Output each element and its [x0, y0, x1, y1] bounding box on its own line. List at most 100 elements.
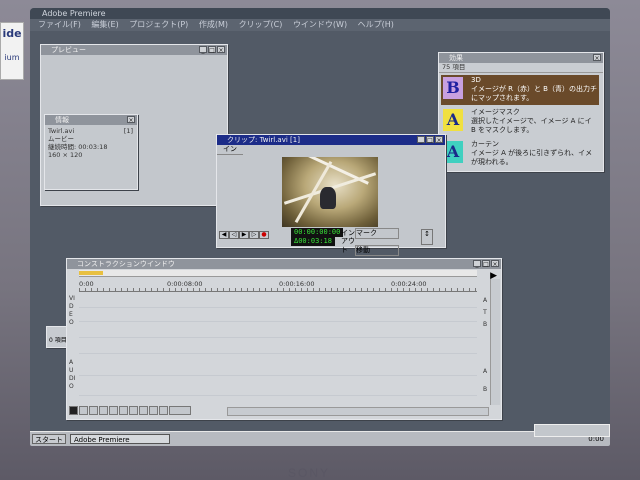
clip-transport: ◀ ◁ ▶ ▷ ●	[219, 229, 291, 245]
effects-title-bar[interactable]: 効果 ×	[439, 53, 603, 63]
menu-clip[interactable]: クリップ(C)	[239, 20, 283, 29]
out-button[interactable]: アウト	[341, 237, 355, 255]
toolbox	[69, 406, 192, 417]
effect-desc: イメージが R（赤）と B（青）の出力チ	[471, 85, 597, 93]
marker-tool-icon[interactable]	[149, 406, 158, 415]
track-audio-a[interactable]	[79, 359, 477, 376]
close-icon[interactable]: ×	[127, 116, 135, 124]
minimize-icon[interactable]: _	[473, 260, 481, 268]
play-icon[interactable]: ▶	[239, 231, 249, 239]
sticker-text-1: ide	[2, 27, 22, 40]
preview-title: プレビュー	[51, 46, 86, 54]
track-transition[interactable]	[79, 309, 477, 322]
clip-title: クリップ: Twirl.avi [1]	[227, 136, 300, 144]
clip-timecode: 00:00:00:00	[291, 228, 344, 237]
step-back-icon[interactable]: ◁	[229, 231, 239, 239]
tray-window-strip	[534, 424, 610, 437]
video-label: VIDEO	[69, 295, 75, 326]
intel-inside-sticker: ide ium	[0, 22, 24, 80]
clip-duration: Δ00:03:18	[291, 237, 335, 246]
preview-title-bar[interactable]: プレビュー _ □ ×	[41, 45, 227, 55]
effect-item-3d[interactable]: B 3D イメージが R（赤）と B（青）の出力チ にマップされます。	[441, 75, 599, 105]
time-zoom-icon[interactable]	[169, 406, 191, 415]
razor-tool-icon[interactable]	[99, 406, 108, 415]
clip-in-tab[interactable]: イン	[217, 145, 243, 155]
construction-window: コンストラクションウインドウ _ □ × ▶ 0:00 0:00:08:00 0:0…	[66, 258, 502, 420]
effect-3d-icon: B	[443, 77, 463, 99]
ruler-tick: 0:00:16:00	[279, 280, 315, 288]
menu-edit[interactable]: 編集(E)	[91, 20, 118, 29]
effects-count: 75 項目	[439, 63, 603, 73]
info-size: 160 × 120	[48, 151, 83, 159]
minimize-icon[interactable]: _	[417, 136, 425, 144]
construction-title-bar[interactable]: コンストラクションウインドウ _ □ ×	[67, 259, 501, 269]
info-duration: 継続時間: 00:03:18	[48, 143, 108, 151]
effects-window: 効果 × 75 項目 B 3D イメージが R（赤）と B（青）の出力チ にマッ…	[438, 52, 604, 172]
monitor-brand: SONY	[288, 466, 331, 480]
menu-file[interactable]: ファイル(F)	[38, 20, 81, 29]
track-label-b: B	[482, 321, 488, 328]
audio-label: AUDIO	[69, 359, 76, 390]
taskbar-item-label: Adobe Premiere	[74, 436, 130, 444]
effect-desc: B をマスクします。	[471, 126, 534, 134]
minimize-icon[interactable]: _	[199, 46, 207, 54]
clip-nav-icon[interactable]: ↕	[421, 229, 433, 245]
track-video-a[interactable]	[79, 293, 477, 308]
time-ruler: 0:00 0:00:08:00 0:00:16:00 0:00:24:00	[79, 279, 477, 292]
close-icon[interactable]: ×	[217, 46, 225, 54]
audio-track-label-b: B	[482, 386, 488, 393]
close-icon[interactable]: ×	[593, 54, 601, 62]
step-forward-icon[interactable]: ▷	[249, 231, 259, 239]
clip-title-bar[interactable]: クリップ: Twirl.avi [1] _ □ ×	[217, 135, 445, 145]
menu-help[interactable]: ヘルプ(H)	[358, 20, 394, 29]
info-window: 情報 × Twirl.avi ムービー 継続時間: 00:03:18 160 ×…	[44, 114, 138, 190]
track-audio-b[interactable]	[79, 379, 477, 396]
screen: Adobe Premiere ファイル(F) 編集(E) プロジェクト(P) 作…	[30, 8, 610, 446]
info-filename: Twirl.avi	[48, 127, 75, 135]
move-button[interactable]: 移動	[355, 245, 399, 256]
close-icon[interactable]: ×	[435, 136, 443, 144]
link-tool-icon[interactable]	[119, 406, 128, 415]
vertical-scrollbar[interactable]	[490, 279, 500, 405]
construction-title: コンストラクションウインドウ	[77, 260, 175, 268]
track-video-b[interactable]	[79, 323, 477, 338]
zoom-tool-icon[interactable]	[79, 406, 88, 415]
effect-item-image-mask[interactable]: A イメージマスク 選択したイメージで、イメージ A にイ B をマスクします。	[441, 107, 599, 137]
start-button[interactable]: スタート	[32, 434, 66, 444]
effects-title: 効果	[449, 54, 463, 62]
taskbar: スタート Adobe Premiere 0:00	[30, 431, 610, 446]
in-point-tool-icon[interactable]	[129, 406, 138, 415]
track-tool-icon[interactable]	[109, 406, 118, 415]
menu-window[interactable]: ウインドウ(W)	[293, 20, 347, 29]
ruler-tick: 0:00:08:00	[167, 280, 203, 288]
taskbar-item-premiere[interactable]: Adobe Premiere	[70, 434, 170, 444]
work-area-bar[interactable]	[79, 270, 477, 277]
app-title-bar: Adobe Premiere	[30, 8, 610, 19]
selection-tool-icon[interactable]	[69, 406, 78, 415]
ruler-tick: 0:00	[79, 280, 94, 288]
audio-track-label-a: A	[482, 368, 488, 375]
menu-project[interactable]: プロジェクト(P)	[129, 20, 188, 29]
info-marker: [1]	[123, 127, 133, 135]
effect-curtain-icon: A	[443, 141, 463, 163]
sticker-text-2: ium	[4, 53, 20, 62]
hand-tool-icon[interactable]	[89, 406, 98, 415]
clip-window: クリップ: Twirl.avi [1] _ □ × イン ◀ ◁ ▶ ▷ ● 00:00:0…	[216, 134, 446, 256]
maximize-icon[interactable]: □	[208, 46, 216, 54]
track-label-t: T	[483, 309, 487, 316]
menu-make[interactable]: 作成(M)	[199, 20, 228, 29]
track-superimpose[interactable]	[79, 339, 477, 354]
info-title-bar[interactable]: 情報 ×	[45, 115, 137, 125]
snap-toggle-icon[interactable]	[159, 406, 168, 415]
maximize-icon[interactable]: □	[426, 136, 434, 144]
effect-desc: 選択したイメージで、イメージ A にイ	[471, 117, 592, 125]
effect-name: イメージマスク	[471, 108, 520, 116]
rewind-icon[interactable]: ◀	[219, 231, 229, 239]
maximize-icon[interactable]: □	[482, 260, 490, 268]
horizontal-scrollbar[interactable]	[227, 407, 489, 416]
record-icon[interactable]: ●	[259, 231, 269, 239]
out-point-tool-icon[interactable]	[139, 406, 148, 415]
close-icon[interactable]: ×	[491, 260, 499, 268]
app-title: Adobe Premiere	[42, 9, 106, 18]
effect-item-curtain[interactable]: A カーテン イメージ A が後ろに引きずられ、イメ が現われる。	[441, 139, 599, 169]
